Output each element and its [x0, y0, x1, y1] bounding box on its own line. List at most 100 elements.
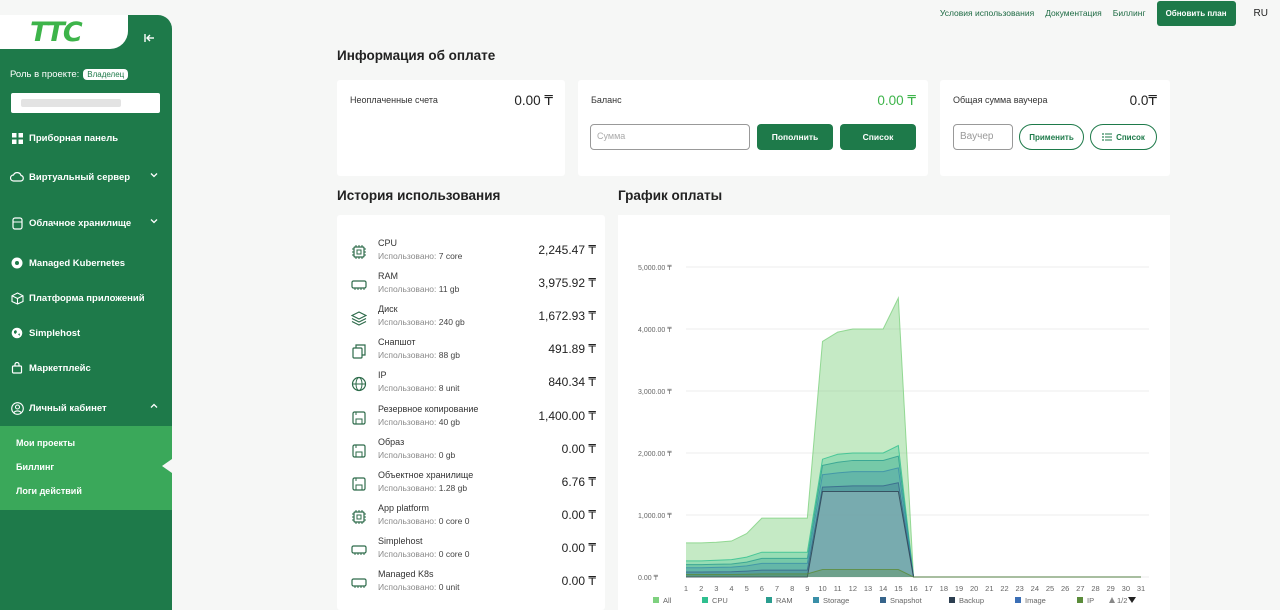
submenu-action-logs[interactable]: Логи действий	[16, 486, 82, 496]
x-tick-label: 30	[1122, 584, 1130, 593]
top-bar: Условия использования Документация Билли…	[940, 0, 1280, 26]
usage-detail: Использовано: 88 gb	[378, 350, 460, 360]
legend-label: Storage	[823, 596, 849, 605]
floppy-icon	[352, 410, 366, 425]
role-label: Роль в проекте:	[10, 69, 80, 80]
usage-name: CPU	[378, 238, 398, 248]
sidebar-item-label: Managed Kubernetes	[29, 257, 126, 269]
apply-voucher-button[interactable]: Применить	[1019, 124, 1084, 150]
active-indicator	[162, 459, 172, 473]
usage-detail: Использовано: 1.28 gb	[378, 483, 467, 493]
usage-amount: 0.00 ₸	[561, 574, 596, 588]
legend-swatch	[653, 597, 659, 603]
terms-link[interactable]: Условия использования	[940, 8, 1034, 18]
x-tick-label: 27	[1076, 584, 1084, 593]
usage-section-title: История использования	[337, 188, 501, 203]
voucher-list-button[interactable]: Список	[1090, 124, 1157, 150]
sidebar-item-label: Simplehost	[29, 327, 81, 339]
amount-input[interactable]: Сумма	[590, 124, 750, 150]
used-prefix: Использовано:	[378, 284, 437, 295]
used-prefix: Использовано:	[378, 383, 437, 394]
usage-name: Объектное хранилище	[378, 469, 474, 480]
y-tick-label: 0.00 ₸	[638, 574, 659, 582]
legend-label: IP	[1087, 596, 1094, 605]
balance-label: Баланс	[591, 95, 622, 105]
usage-row: Образ Использовано: 0 gb 0.00 ₸	[348, 437, 596, 467]
sidebar-item-marketplace[interactable]: Маркетплейс	[10, 359, 162, 377]
payment-chart-card: 0.00 ₸ 1,000.00 ₸ 2,000.00 ₸ 3,000.00 ₸ 4,00…	[618, 215, 1170, 610]
legend-label: Backup	[959, 596, 984, 605]
payment-chart: 0.00 ₸ 1,000.00 ₸ 2,000.00 ₸ 3,000.00 ₸ 4,00…	[638, 264, 1149, 605]
billing-link[interactable]: Биллинг	[1113, 8, 1146, 18]
language-switch[interactable]: RU	[1254, 8, 1268, 19]
project-select[interactable]	[11, 93, 160, 113]
usage-name: Образ	[378, 436, 405, 447]
x-tick-label: 10	[818, 584, 826, 593]
x-tick-label: 7	[775, 584, 779, 593]
x-tick-label: 31	[1137, 584, 1145, 593]
legend-prev-icon	[1109, 597, 1115, 603]
sidebar-item-label: Приборная панель	[29, 132, 119, 144]
usage-amount: 840.34 ₸	[548, 375, 596, 390]
upgrade-plan-button[interactable]: Обновить план	[1156, 0, 1236, 26]
payment-section-title: Информация об оплате	[337, 48, 496, 63]
usage-amount: 6.76 ₸	[561, 474, 596, 489]
docs-link[interactable]: Документация	[1045, 8, 1102, 18]
floppy-icon	[352, 477, 366, 491]
voucher-input[interactable]: Ваучер	[953, 124, 1013, 150]
sidebar: ТТС Роль в проекте: Владелец Приборная п…	[0, 15, 172, 610]
balance-list-button[interactable]: Список	[840, 124, 916, 150]
used-value: 1.28 gb	[438, 482, 468, 493]
usage-detail: Использовано: 0 core 0	[378, 516, 469, 526]
y-tick-label: 3,000.00 ₸	[638, 388, 672, 396]
submenu-billing[interactable]: Биллинг	[16, 462, 54, 472]
sidebar-item-kubernetes[interactable]: Managed Kubernetes	[10, 254, 162, 272]
legend-label: RAM	[776, 596, 793, 605]
list-icon	[1102, 133, 1113, 141]
used-prefix: Использовано:	[378, 251, 437, 261]
usage-row: Simplehost Использовано: 0 core 0 0.00 ₸	[348, 536, 596, 566]
y-tick-label: 5,000.00 ₸	[638, 264, 672, 272]
chart-section-title: График оплаты	[618, 188, 723, 203]
logo[interactable]: ТТС	[30, 17, 83, 48]
used-value: 11 gb	[438, 284, 460, 295]
x-tick-label: 21	[985, 584, 993, 593]
legend-label: CPU	[712, 596, 728, 605]
usage-row: Объектное хранилище Использовано: 1.28 gb…	[348, 470, 596, 500]
used-prefix: Использовано:	[378, 515, 437, 526]
voucher-list-label: Список	[1116, 132, 1145, 142]
storage-icon	[10, 216, 24, 230]
x-tick-label: 15	[894, 584, 902, 593]
submenu-my-projects[interactable]: Мои проекты	[16, 438, 75, 448]
used-prefix: Использовано:	[378, 449, 437, 460]
sidebar-item-app-platform[interactable]: Платформа приложений	[10, 289, 162, 307]
x-tick-label: 16	[909, 584, 917, 593]
x-tick-label: 17	[924, 584, 932, 593]
floppy-icon	[352, 443, 366, 458]
usage-amount: 2,245.47 ₸	[538, 243, 596, 257]
x-tick-label: 3	[714, 584, 718, 593]
topup-button[interactable]: Пополнить	[757, 124, 833, 150]
user-icon	[10, 401, 24, 415]
used-prefix: Использовано:	[378, 582, 437, 592]
x-tick-label: 18	[940, 584, 948, 593]
account-submenu: Мои проекты Биллинг Логи действий	[0, 426, 172, 510]
sidebar-item-virtual-server[interactable]: Виртуальный сервер	[10, 168, 162, 186]
x-tick-label: 22	[1000, 584, 1008, 593]
sidebar-item-cloud-storage[interactable]: Облачное хранилище	[10, 214, 162, 232]
balance-amount: 0.00 ₸	[877, 93, 916, 108]
voucher-amount: 0.0₸	[1129, 93, 1157, 108]
usage-row: Снапшот Использовано: 88 gb 491.89 ₸	[348, 337, 596, 367]
collapse-sidebar-icon[interactable]	[142, 31, 156, 45]
usage-amount: 0.00 ₸	[561, 441, 596, 456]
cpu-icon	[352, 245, 366, 259]
x-tick-label: 12	[849, 584, 857, 593]
sidebar-item-label: Маркетплейс	[29, 362, 91, 374]
used-value: 240 gb	[438, 317, 465, 328]
sidebar-item-dashboard[interactable]: Приборная панель	[10, 129, 162, 147]
x-tick-label: 5	[745, 584, 749, 593]
usage-detail: Использовано: 40 gb	[378, 417, 460, 427]
legend-next-icon	[1128, 597, 1136, 603]
sidebar-item-account[interactable]: Личный кабинет	[10, 399, 162, 417]
sidebar-item-simplehost[interactable]: Simplehost	[10, 324, 162, 342]
